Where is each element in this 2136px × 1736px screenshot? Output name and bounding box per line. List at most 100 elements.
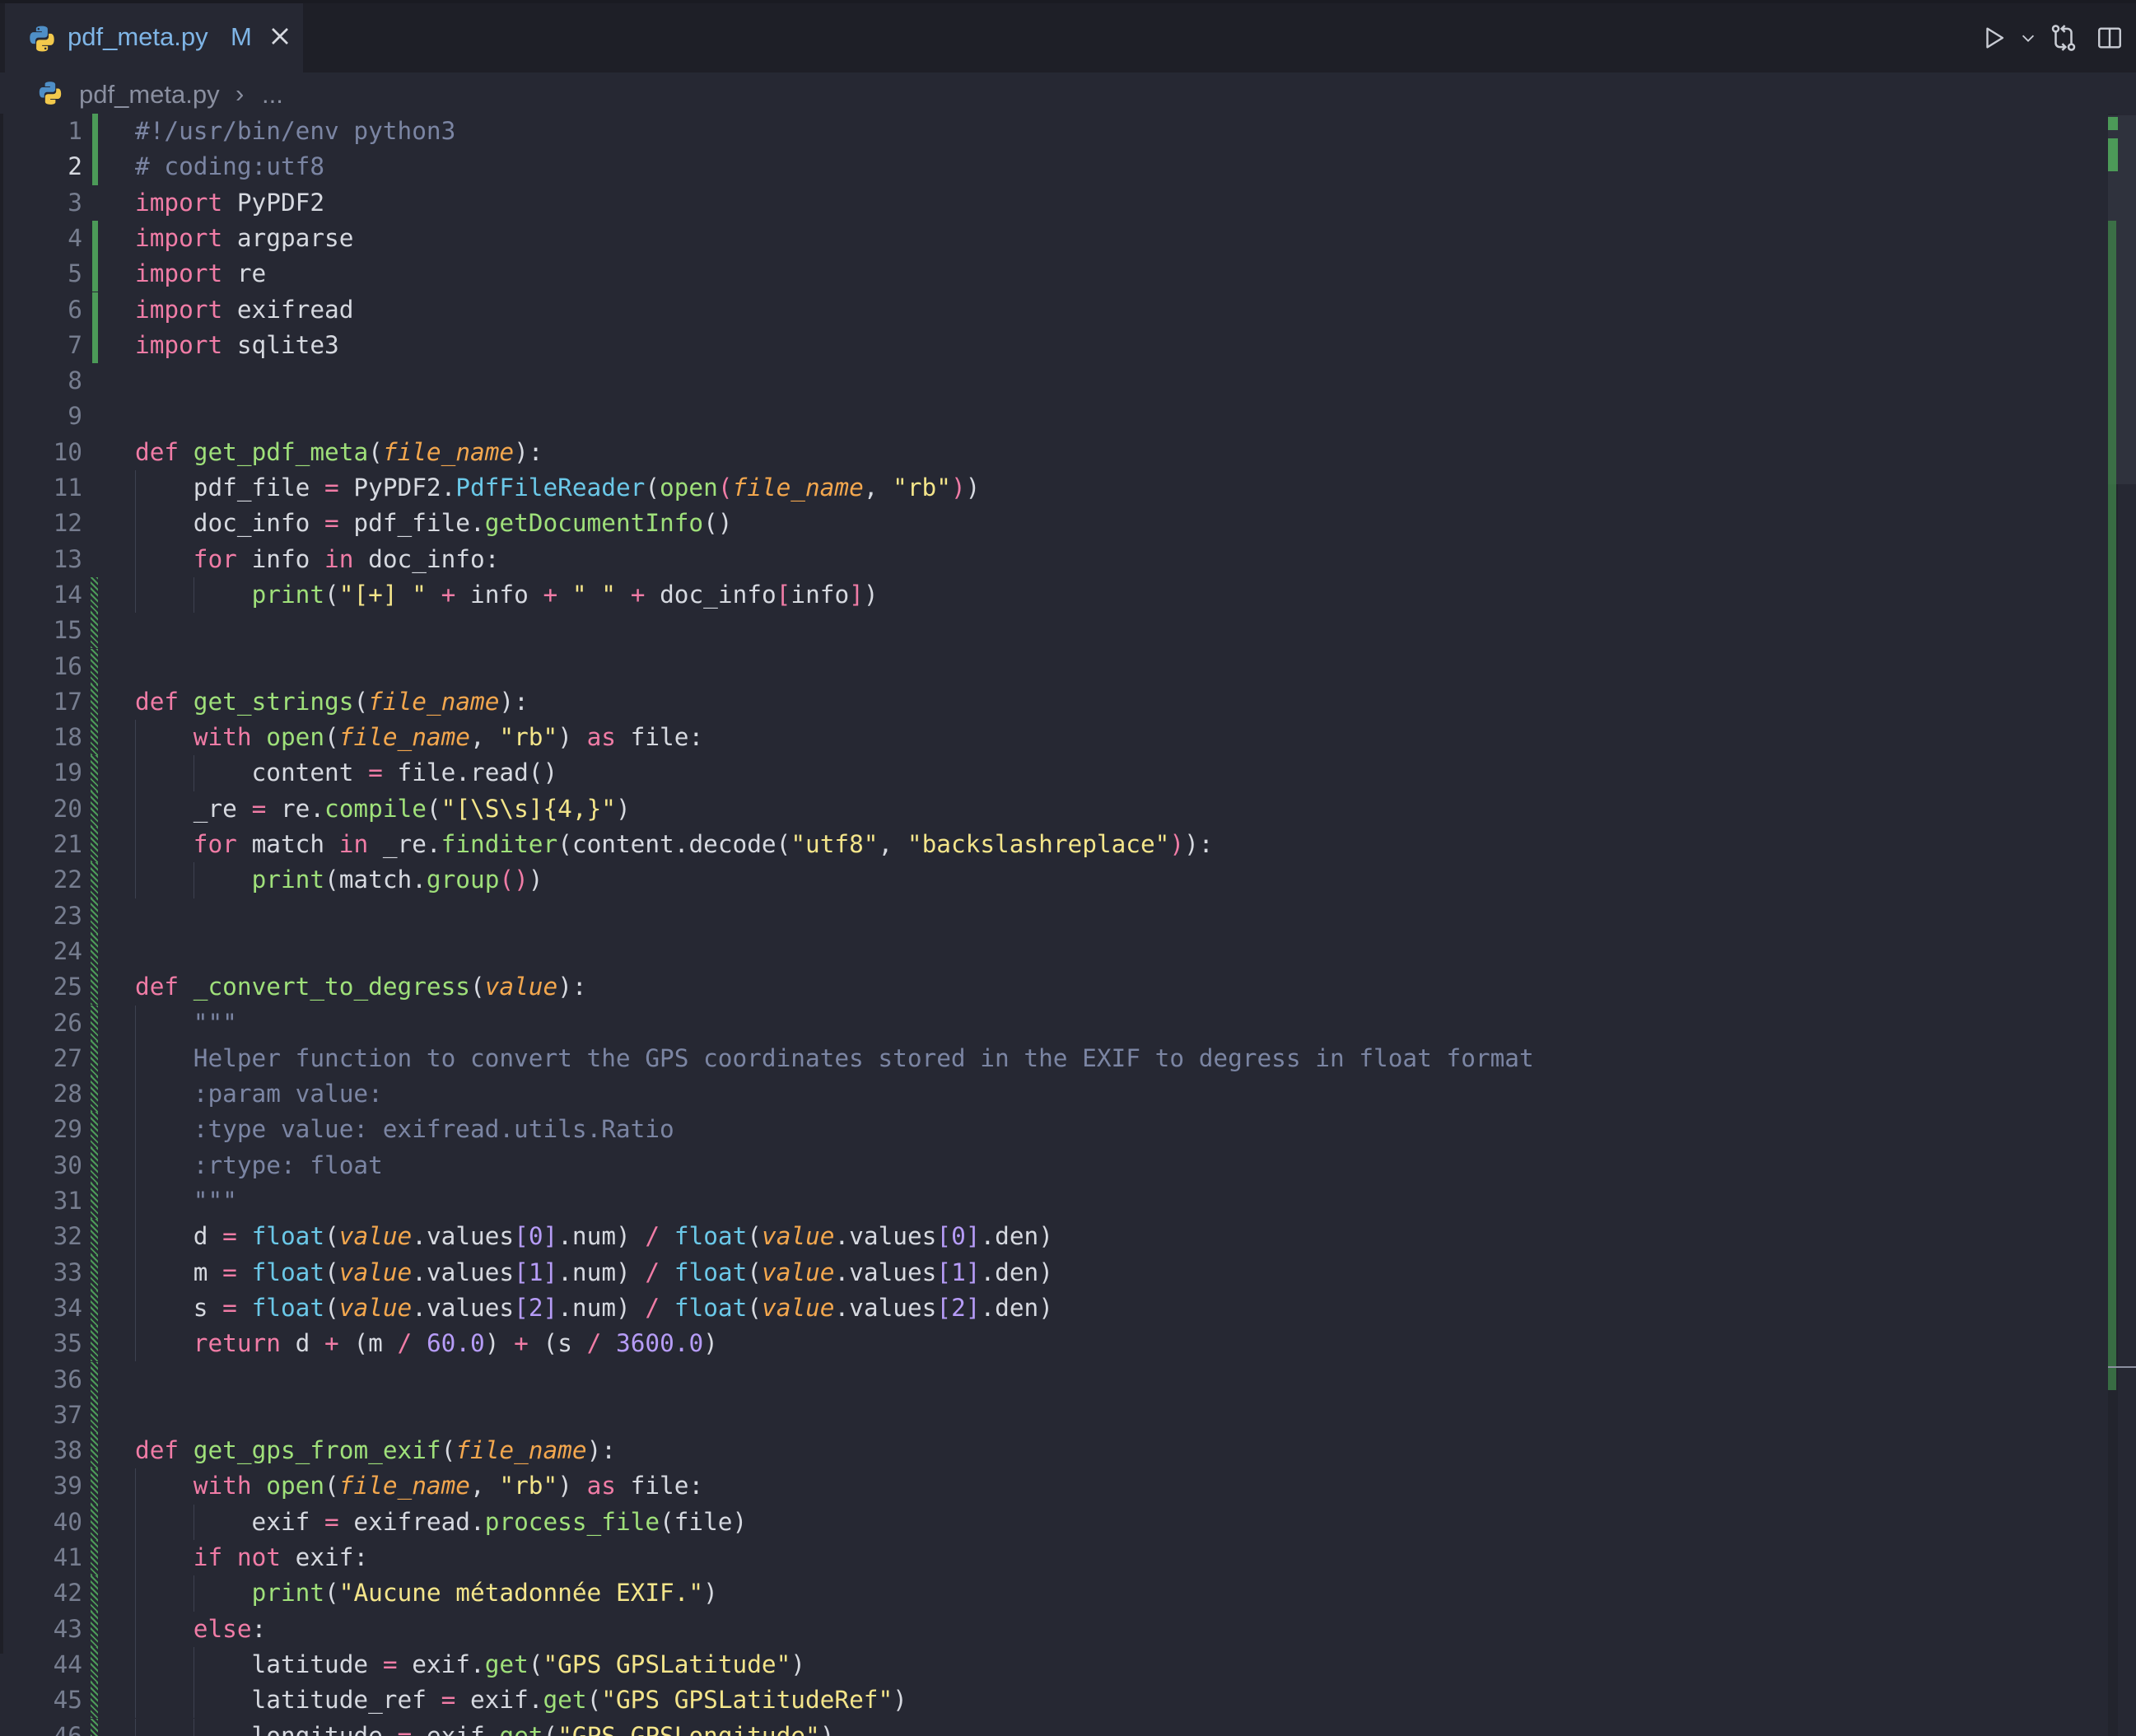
code-line[interactable]: 38 def get_gps_from_exif(file_name): <box>0 1433 2092 1469</box>
code-line[interactable]: 13 for info in doc_info: <box>0 542 2092 577</box>
run-menu-button[interactable] <box>2016 18 2040 58</box>
code-line[interactable]: 42 print("Aucune métadonnée EXIF.") <box>0 1575 2092 1612</box>
git-modified-indicator[interactable] <box>91 827 98 863</box>
git-modified-indicator[interactable] <box>91 1433 98 1469</box>
code-line[interactable]: 3 import PyPDF2 <box>0 185 2092 221</box>
code-editor[interactable]: 1 #!/usr/bin/env python3 2 # coding:utf8 3 im… <box>0 114 2136 1736</box>
line-number: 24 <box>53 936 82 965</box>
git-modified-indicator[interactable] <box>91 1326 98 1362</box>
breadcrumb-file[interactable]: pdf_meta.py <box>79 80 220 110</box>
git-modified-indicator[interactable] <box>91 1254 98 1290</box>
git-modified-indicator[interactable] <box>91 933 98 970</box>
git-modified-indicator[interactable] <box>91 791 98 827</box>
git-modified-indicator[interactable] <box>91 1147 98 1183</box>
code-line[interactable]: 40 exif = exifread.process_file(file) <box>0 1504 2092 1540</box>
code-line[interactable]: 30 :rtype: float <box>0 1147 2092 1183</box>
git-modified-indicator[interactable] <box>91 1611 98 1647</box>
code-line[interactable]: 5 import re <box>0 256 2092 292</box>
line-number: 20 <box>53 794 82 823</box>
git-modified-indicator[interactable] <box>91 684 98 721</box>
git-modified-indicator[interactable] <box>91 576 98 614</box>
git-added-indicator[interactable] <box>92 256 98 292</box>
code-line[interactable]: 45 latitude_ref = exif.get("GPS GPSLatit… <box>0 1682 2092 1719</box>
code-line[interactable]: 19 content = file.read() <box>0 755 2092 791</box>
code-line[interactable]: 27 Helper function to convert the GPS co… <box>0 1040 2092 1077</box>
git-modified-indicator[interactable] <box>91 1397 98 1434</box>
tab-pdf-meta[interactable]: pdf_meta.py M <box>5 3 303 72</box>
code-line[interactable]: 28 :param value: <box>0 1076 2092 1113</box>
code-line[interactable]: 10 def get_pdf_meta(file_name): <box>0 435 2092 470</box>
code-line[interactable]: 18 with open(file_name, "rb") as file: <box>0 720 2092 756</box>
code-line[interactable]: 26 """ <box>0 1005 2092 1041</box>
code-line[interactable]: 43 else: <box>0 1611 2092 1647</box>
code-line[interactable]: 31 """ <box>0 1183 2092 1220</box>
code-line[interactable]: 6 import exifread <box>0 292 2092 328</box>
git-modified-indicator[interactable] <box>91 969 98 1006</box>
code-line[interactable]: 23 <box>0 898 2092 934</box>
run-button[interactable] <box>1976 18 2012 58</box>
code-line[interactable]: 22 print(match.group()) <box>0 862 2092 898</box>
code-line[interactable]: 32 d = float(value.values[0].num) / floa… <box>0 1219 2092 1255</box>
code-line[interactable]: 16 <box>0 648 2092 684</box>
code-line[interactable]: 7 import sqlite3 <box>0 327 2092 364</box>
git-modified-indicator[interactable] <box>91 1219 98 1255</box>
git-modified-indicator[interactable] <box>91 1682 98 1719</box>
breadcrumb-symbols[interactable]: ... <box>262 80 283 110</box>
code-line[interactable]: 46 longitude = exif.get("GPS GPSLongitud… <box>0 1718 2092 1736</box>
open-changes-button[interactable] <box>2044 18 2083 58</box>
git-modified-indicator[interactable] <box>91 1361 98 1398</box>
code-line[interactable]: 24 <box>0 933 2092 970</box>
code-line[interactable]: 14 print("[+] " + info + " " + doc_info[… <box>0 576 2092 614</box>
git-modified-indicator[interactable] <box>91 1040 98 1077</box>
code-line[interactable]: 36 <box>0 1361 2092 1398</box>
git-added-indicator[interactable] <box>92 292 98 328</box>
git-modified-indicator[interactable] <box>91 898 98 934</box>
git-added-indicator[interactable] <box>92 220 98 257</box>
code-line[interactable]: 25 def _convert_to_degress(value): <box>0 969 2092 1006</box>
git-modified-indicator[interactable] <box>91 613 98 649</box>
git-modified-indicator[interactable] <box>91 862 98 898</box>
git-modified-indicator[interactable] <box>91 1504 98 1540</box>
git-modified-indicator[interactable] <box>91 720 98 756</box>
git-modified-indicator[interactable] <box>91 648 98 684</box>
code-line[interactable]: 11 pdf_file = PyPDF2.PdfFileReader(open(… <box>0 470 2092 506</box>
git-modified-indicator[interactable] <box>91 755 98 791</box>
code-line[interactable]: 29 :type value: exifread.utils.Ratio <box>0 1112 2092 1148</box>
split-editor-button[interactable] <box>2090 18 2129 58</box>
indent-guide <box>135 1326 136 1362</box>
git-modified-indicator[interactable] <box>91 1112 98 1148</box>
code-line[interactable]: 33 m = float(value.values[1].num) / floa… <box>0 1254 2092 1290</box>
code-line[interactable]: 21 for match in _re.finditer(content.dec… <box>0 827 2092 863</box>
git-modified-indicator[interactable] <box>91 1575 98 1612</box>
git-modified-indicator[interactable] <box>91 1646 98 1683</box>
git-added-indicator[interactable] <box>92 149 98 185</box>
git-modified-indicator[interactable] <box>91 1718 98 1736</box>
code-line[interactable]: 20 _re = re.compile("[\S\s]{4,}") <box>0 791 2092 827</box>
git-modified-indicator[interactable] <box>91 1540 98 1576</box>
line-number: 46 <box>53 1721 82 1736</box>
code-line[interactable]: 9 <box>0 399 2092 434</box>
git-modified-indicator[interactable] <box>91 1005 98 1041</box>
code-line[interactable]: 41 if not exif: <box>0 1540 2092 1576</box>
code-line[interactable]: 4 import argparse <box>0 220 2092 257</box>
code-line[interactable]: 34 s = float(value.values[2].num) / floa… <box>0 1290 2092 1327</box>
close-icon[interactable] <box>265 21 295 51</box>
code-text: d = float(value.values[0].num) / float(v… <box>135 1222 1053 1251</box>
code-line[interactable]: 35 return d + (m / 60.0) + (s / 3600.0) <box>0 1326 2092 1362</box>
code-line[interactable]: 39 with open(file_name, "rb") as file: <box>0 1468 2092 1505</box>
git-added-indicator[interactable] <box>92 114 98 150</box>
git-added-indicator[interactable] <box>92 327 98 364</box>
git-modified-indicator[interactable] <box>91 1468 98 1505</box>
git-modified-indicator[interactable] <box>91 1076 98 1113</box>
code-line[interactable]: 8 <box>0 363 2092 399</box>
code-line[interactable]: 17 def get_strings(file_name): <box>0 684 2092 721</box>
code-line[interactable]: 12 doc_info = pdf_file.getDocumentInfo() <box>0 506 2092 541</box>
code-line[interactable]: 2 # coding:utf8 <box>0 149 2092 185</box>
code-line[interactable]: 15 <box>0 613 2092 649</box>
git-modified-indicator[interactable] <box>91 1183 98 1220</box>
code-line[interactable]: 1 #!/usr/bin/env python3 <box>0 114 2092 150</box>
code-line[interactable]: 44 latitude = exif.get("GPS GPSLatitude"… <box>0 1646 2092 1683</box>
code-text: latitude_ref = exif.get("GPS GPSLatitude… <box>135 1686 907 1715</box>
code-line[interactable]: 37 <box>0 1397 2092 1434</box>
git-modified-indicator[interactable] <box>91 1290 98 1327</box>
